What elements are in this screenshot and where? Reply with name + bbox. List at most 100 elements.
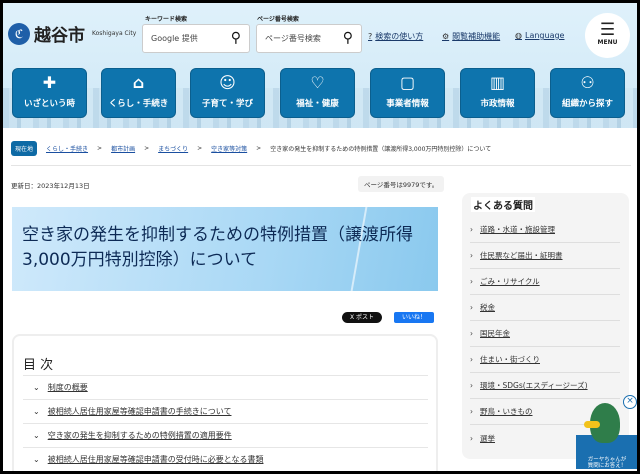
- link-label: Language: [524, 31, 565, 40]
- breadcrumb-link[interactable]: まちづくり: [158, 144, 188, 153]
- chevron-right-icon: ›: [470, 407, 473, 416]
- faq-link[interactable]: 税金: [480, 302, 495, 313]
- breadcrumb-link[interactable]: 都市計画: [111, 144, 135, 153]
- faq-item[interactable]: › 住まい・街づくり: [470, 347, 620, 373]
- search-icon[interactable]: ⚲: [343, 30, 353, 46]
- breadcrumb-link[interactable]: くらし・手続き: [46, 144, 88, 153]
- nav-label: 市政情報: [480, 99, 515, 109]
- faq-item[interactable]: › 国民年金: [470, 321, 620, 347]
- chevron-right-icon: ›: [470, 355, 473, 364]
- chevron-right-icon: ›: [470, 381, 473, 390]
- faq-item[interactable]: › ごみ・リサイクル: [470, 269, 620, 295]
- nav-label: 福祉・健康: [296, 99, 339, 109]
- duck-beak: [584, 421, 600, 428]
- chatbot-mascot[interactable]: ガーヤちゃんが 質問にお答え！ ×: [576, 395, 637, 469]
- faq-link[interactable]: 住民票など届出・証明書: [480, 250, 563, 261]
- child-icon: ☺: [219, 73, 236, 92]
- placeholder: ページ番号検索: [265, 34, 321, 43]
- separator: >: [97, 145, 103, 152]
- x-post-button[interactable]: X ポスト: [342, 312, 382, 323]
- faq-item[interactable]: › 税金: [470, 295, 620, 321]
- facebook-like-button[interactable]: いいね！: [394, 312, 434, 323]
- page: ℭ 越谷市 Koshigaya City キーワード検索 Google 提供 ⚲ …: [3, 3, 637, 471]
- chevron-down-icon: ⌄: [33, 455, 40, 464]
- updated-date: 更新日：2023年12月13日: [11, 182, 90, 190]
- toc-link[interactable]: 被相続人居住用家屋等確認申請書の受付時に必要となる書類: [48, 454, 264, 465]
- nav-living[interactable]: ⌂ くらし・手続き: [101, 68, 176, 118]
- language-link[interactable]: ◍ Language: [515, 31, 564, 40]
- search-help-link[interactable]: ? 検索の使い方: [368, 31, 423, 42]
- nav-city-government[interactable]: ▥ 市政情報: [460, 68, 535, 118]
- chevron-down-icon: ⌄: [33, 431, 40, 440]
- toc-title: 目 次: [23, 358, 54, 373]
- page-number-search-input[interactable]: ページ番号検索 ⚲: [256, 24, 362, 53]
- bag-icon: ▢: [399, 73, 416, 92]
- city-emblem-icon: ℭ: [8, 22, 30, 45]
- people-icon: ⚇: [580, 73, 595, 92]
- nav-emergency[interactable]: ✚ いざという時: [12, 68, 87, 118]
- faq-link[interactable]: 道路・水道・施設管理: [480, 224, 555, 235]
- title-banner: 空き家の発生を抑制するための特例措置（譲渡所得 3,000万円特別控除）について: [12, 207, 438, 291]
- faq-link[interactable]: ごみ・リサイクル: [480, 276, 540, 287]
- site-logo[interactable]: ℭ 越谷市 Koshigaya City: [8, 21, 136, 46]
- heart-hand-icon: ♡: [310, 73, 325, 92]
- placeholder: Google 提供: [151, 34, 198, 43]
- chatbot-text: 質問にお答え！: [587, 463, 627, 469]
- faq-link[interactable]: 環境・SDGs(エスディージーズ): [480, 380, 588, 391]
- chevron-right-icon: ›: [470, 303, 473, 312]
- chevron-right-icon: ›: [470, 225, 473, 234]
- nav-childcare[interactable]: ☺ 子育て・学び: [190, 68, 265, 118]
- link-label: 閲覧補助機能: [452, 32, 501, 41]
- faq-link[interactable]: 選挙: [480, 433, 495, 444]
- keyword-search-input[interactable]: Google 提供 ⚲: [142, 24, 250, 53]
- breadcrumb-current: 空き家の発生を抑制するための特例措置（譲渡所得3,000万円特別控除）について: [270, 146, 492, 153]
- toc-link[interactable]: 空き家の発生を抑制するための特例措置の適用要件: [48, 430, 232, 441]
- chevron-down-icon: ⌄: [33, 407, 40, 416]
- breadcrumb: 現在地 くらし・手続き > 都市計画 > まちづくり > 空き家等対策 > 空き家の発生…: [11, 141, 491, 156]
- building-icon: ▥: [489, 73, 506, 92]
- chevron-down-icon: ⌄: [33, 383, 40, 392]
- breadcrumb-link[interactable]: 空き家等対策: [211, 144, 247, 153]
- accessibility-link[interactable]: ⚙ 閲覧補助機能: [442, 31, 500, 42]
- divider: [11, 165, 631, 166]
- faq-link[interactable]: 国民年金: [480, 328, 510, 339]
- menu-button[interactable]: ☰ MENU: [585, 13, 630, 58]
- gear-icon: ⚙: [442, 32, 450, 41]
- search-icon[interactable]: ⚲: [231, 30, 241, 46]
- faq-link[interactable]: 野鳥・いきもの: [480, 406, 533, 417]
- faq-link[interactable]: 住まい・街づくり: [480, 354, 540, 365]
- chevron-right-icon: ›: [470, 329, 473, 338]
- nav-label: 事業者情報: [386, 99, 429, 109]
- separator: >: [197, 145, 203, 152]
- chevron-right-icon: ›: [470, 433, 473, 443]
- faq-title: よくある質問: [471, 197, 535, 212]
- nav-label: くらし・手続き: [108, 99, 169, 109]
- toc-item[interactable]: ⌄ 空き家の発生を抑制するための特例措置の適用要件: [23, 423, 428, 447]
- nav-organization[interactable]: ⚇ 組織から探す: [550, 68, 625, 118]
- chevron-right-icon: ›: [470, 277, 473, 286]
- table-of-contents: 目 次 ⌄ 制度の概要 ⌄ 被相続人居住用家屋等確認申請書の手続きについて ⌄ 空き家…: [12, 334, 438, 471]
- logo-text: 越谷市: [34, 26, 85, 46]
- menu-label: MENU: [597, 39, 618, 46]
- toc-link[interactable]: 制度の概要: [48, 382, 88, 393]
- close-icon[interactable]: ×: [623, 395, 637, 409]
- nav-label: 組織から探す: [561, 99, 613, 109]
- hamburger-icon: ☰: [599, 20, 616, 40]
- nav-welfare[interactable]: ♡ 福祉・健康: [280, 68, 355, 118]
- nav-label: 子育て・学び: [201, 99, 253, 109]
- faq-item[interactable]: › 道路・水道・施設管理: [470, 217, 620, 243]
- globe-icon: ◍: [515, 31, 522, 40]
- toc-item[interactable]: ⌄ 被相続人居住用家屋等確認申請書の受付時に必要となる書類: [23, 447, 428, 471]
- page-number: ページ番号は9979です。: [358, 176, 445, 192]
- header: ℭ 越谷市 Koshigaya City キーワード検索 Google 提供 ⚲ …: [3, 3, 637, 128]
- title-line: 空き家の発生を抑制するための特例措置（譲渡所得: [22, 225, 413, 245]
- nav-business[interactable]: ▢ 事業者情報: [370, 68, 445, 118]
- toc-item[interactable]: ⌄ 被相続人居住用家屋等確認申請書の手続きについて: [23, 399, 428, 423]
- link-label: 検索の使い方: [375, 32, 424, 41]
- page-title: 空き家の発生を抑制するための特例措置（譲渡所得 3,000万円特別控除）について: [22, 223, 413, 273]
- help-icon: ?: [368, 32, 373, 41]
- faq-item[interactable]: › 住民票など届出・証明書: [470, 243, 620, 269]
- chevron-right-icon: ›: [470, 251, 473, 260]
- toc-item[interactable]: ⌄ 制度の概要: [23, 375, 428, 399]
- toc-link[interactable]: 被相続人居住用家屋等確認申請書の手続きについて: [48, 406, 232, 417]
